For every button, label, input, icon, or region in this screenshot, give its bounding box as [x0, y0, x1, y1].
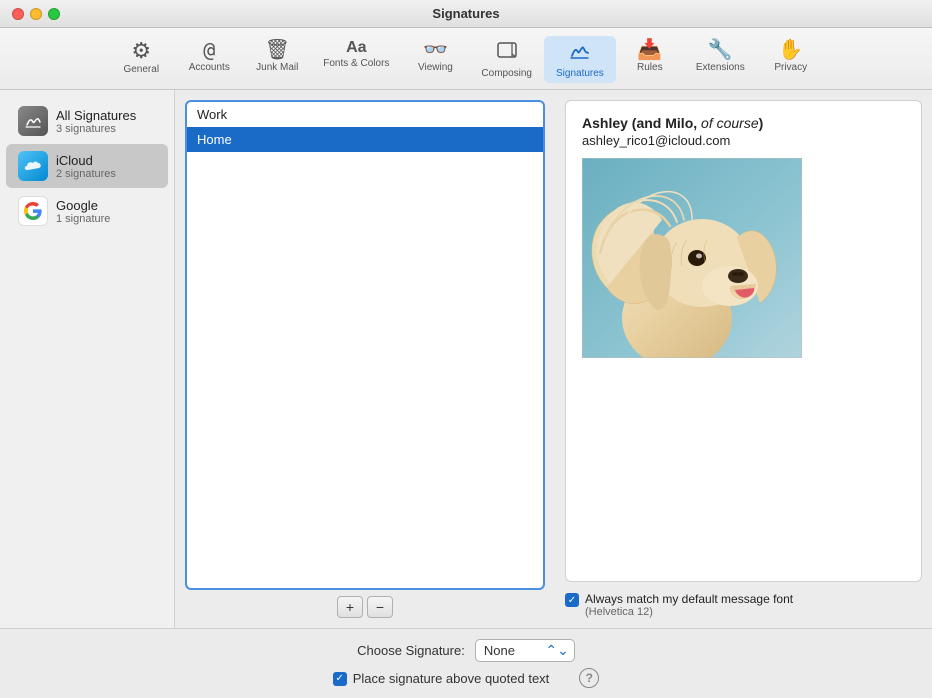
- toolbar-item-general[interactable]: ⚙ General: [107, 36, 175, 83]
- junk-mail-icon: 🗑: [265, 40, 290, 60]
- google-count: 1 signature: [56, 213, 110, 225]
- google-name: Google: [56, 198, 110, 213]
- choose-sig-select-wrapper: None Work Home ⌃⌄: [475, 639, 575, 662]
- middle-panel: Work Home + −: [175, 90, 555, 628]
- toolbar-item-signatures[interactable]: Signatures: [544, 36, 616, 83]
- all-signatures-name: All Signatures: [56, 108, 136, 123]
- toolbar-item-rules[interactable]: 📥 Rules: [616, 36, 684, 83]
- match-font-text: Always match my default message font (He…: [585, 592, 793, 618]
- place-sig-checkbox[interactable]: [333, 672, 347, 686]
- toolbar-item-extensions[interactable]: 🔧 Extensions: [684, 36, 757, 83]
- junk-mail-label: Junk Mail: [256, 62, 298, 73]
- accounts-icon: @: [203, 40, 215, 60]
- maximize-button[interactable]: [48, 8, 60, 20]
- match-font-checkbox[interactable]: [565, 593, 579, 607]
- privacy-icon: ✋: [778, 40, 803, 60]
- preview-panel: Ashley (and Milo, of course) ashley_rico…: [555, 90, 932, 628]
- preview-name: Ashley (and Milo, of course): [582, 115, 905, 131]
- place-sig-label: Place signature above quoted text: [353, 671, 550, 686]
- general-label: General: [123, 64, 159, 75]
- toolbar-item-composing[interactable]: Composing: [469, 36, 544, 83]
- sidebar-item-all-signatures[interactable]: All Signatures 3 signatures: [6, 99, 168, 143]
- choose-sig-select[interactable]: None Work Home: [475, 639, 575, 662]
- choose-sig-label: Choose Signature:: [357, 643, 465, 658]
- signatures-label: Signatures: [556, 68, 604, 79]
- general-icon: ⚙: [131, 40, 151, 62]
- extensions-icon: 🔧: [708, 40, 733, 60]
- toolbar-item-fonts-colors[interactable]: Aa Fonts & Colors: [311, 36, 401, 83]
- sig-item-home[interactable]: Home: [187, 127, 543, 152]
- place-sig-row: Place signature above quoted text: [333, 671, 550, 686]
- titlebar: Signatures: [0, 0, 932, 28]
- fonts-colors-icon: Aa: [346, 40, 366, 56]
- icloud-icon: [18, 151, 48, 181]
- viewing-label: Viewing: [418, 62, 453, 73]
- place-sig-full-row: Place signature above quoted text ?: [20, 668, 912, 688]
- toolbar-item-junk-mail[interactable]: 🗑 Junk Mail: [243, 36, 311, 83]
- accounts-label: Accounts: [189, 62, 230, 73]
- bottom-bar: Choose Signature: None Work Home ⌃⌄ Plac…: [0, 628, 932, 698]
- preview-name-rest: (and Milo, of course): [628, 115, 763, 131]
- all-signatures-icon: [18, 106, 48, 136]
- icloud-name: iCloud: [56, 153, 116, 168]
- all-signatures-count: 3 signatures: [56, 123, 136, 135]
- google-text: Google 1 signature: [56, 198, 110, 225]
- composing-label: Composing: [481, 68, 532, 79]
- sig-list-actions: + −: [185, 596, 545, 618]
- close-button[interactable]: [12, 8, 24, 20]
- main-content: All Signatures 3 signatures iCloud 2 sig…: [0, 90, 932, 628]
- preview-dog-image: [582, 158, 802, 358]
- match-font-row: Always match my default message font (He…: [565, 592, 922, 618]
- icloud-text: iCloud 2 signatures: [56, 153, 116, 180]
- signatures-list: Work Home: [185, 100, 545, 590]
- rules-label: Rules: [637, 62, 663, 73]
- composing-icon: [496, 40, 518, 66]
- toolbar-item-accounts[interactable]: @ Accounts: [175, 36, 243, 83]
- signatures-icon: [568, 40, 592, 66]
- match-font-sub: (Helvetica 12): [585, 606, 793, 618]
- minimize-button[interactable]: [30, 8, 42, 20]
- remove-signature-button[interactable]: −: [367, 596, 393, 618]
- add-signature-button[interactable]: +: [337, 596, 363, 618]
- toolbar: ⚙ General @ Accounts 🗑 Junk Mail Aa Font…: [0, 28, 932, 90]
- toolbar-item-viewing[interactable]: 👓 Viewing: [401, 36, 469, 83]
- google-icon: [18, 196, 48, 226]
- all-signatures-text: All Signatures 3 signatures: [56, 108, 136, 135]
- sidebar-item-icloud[interactable]: iCloud 2 signatures: [6, 144, 168, 188]
- titlebar-buttons: [12, 8, 60, 20]
- sig-item-work[interactable]: Work: [187, 102, 543, 127]
- privacy-label: Privacy: [774, 62, 807, 73]
- viewing-icon: 👓: [423, 40, 448, 60]
- extensions-label: Extensions: [696, 62, 745, 73]
- sidebar-item-google[interactable]: Google 1 signature: [6, 189, 168, 233]
- rules-icon: 📥: [637, 40, 662, 60]
- choose-sig-row: Choose Signature: None Work Home ⌃⌄: [357, 639, 575, 662]
- sidebar: All Signatures 3 signatures iCloud 2 sig…: [0, 90, 175, 628]
- fonts-colors-label: Fonts & Colors: [323, 58, 389, 69]
- window-title: Signatures: [432, 6, 499, 21]
- preview-name-bold: Ashley: [582, 115, 628, 131]
- icloud-count: 2 signatures: [56, 168, 116, 180]
- toolbar-item-privacy[interactable]: ✋ Privacy: [757, 36, 825, 83]
- preview-email: ashley_rico1@icloud.com: [582, 133, 905, 148]
- signature-preview: Ashley (and Milo, of course) ashley_rico…: [565, 100, 922, 582]
- help-button[interactable]: ?: [579, 668, 599, 688]
- match-font-label: Always match my default message font: [585, 592, 793, 606]
